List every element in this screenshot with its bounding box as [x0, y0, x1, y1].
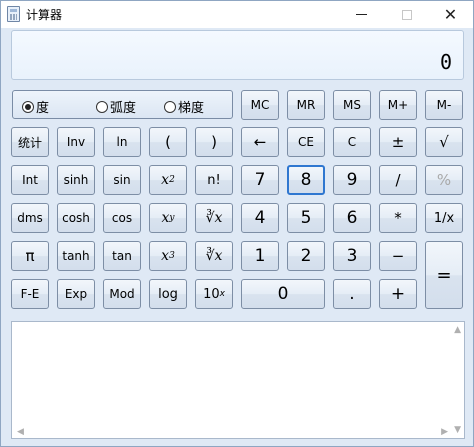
radio-degrees-label: 度 — [36, 101, 50, 116]
radio-degrees[interactable]: 度 — [22, 97, 49, 116]
digit-4-button[interactable]: 4 — [241, 203, 279, 233]
y-root-x-button[interactable]: ∛x — [195, 203, 233, 233]
percent-button: % — [425, 165, 463, 195]
close-icon: ✕ — [443, 5, 458, 24]
window-title: 计算器 — [26, 8, 63, 22]
equals-button[interactable]: = — [425, 241, 463, 309]
scroll-left-icon[interactable]: ◀ — [17, 427, 24, 437]
sinh-button[interactable]: sinh — [57, 165, 95, 195]
m-minus-button[interactable]: M- — [425, 90, 463, 120]
sqrt-button[interactable]: √ — [425, 127, 463, 157]
left-paren-button[interactable]: ( — [149, 127, 187, 157]
x-squared-button[interactable]: x2 — [149, 165, 187, 195]
radio-radians-label: 弧度 — [110, 101, 137, 116]
x-cubed-base: x — [161, 248, 170, 264]
exp-button[interactable]: Exp — [57, 279, 95, 309]
tanh-button[interactable]: tanh — [57, 241, 95, 271]
radio-gradians-dot — [164, 100, 176, 113]
sin-button[interactable]: sin — [103, 165, 141, 195]
minimize-button[interactable] — [339, 1, 384, 28]
plus-minus-button[interactable]: ± — [379, 127, 417, 157]
calculator-app-icon — [7, 6, 20, 22]
mod-button[interactable]: Mod — [103, 279, 141, 309]
ten-power-x-base: 10 — [203, 286, 220, 302]
maximize-icon — [401, 9, 412, 20]
angle-unit-group: 度 弧度 梯度 — [12, 90, 233, 119]
m-plus-button[interactable]: M+ — [379, 90, 417, 120]
ms-button[interactable]: MS — [333, 90, 371, 120]
cosh-button[interactable]: cosh — [57, 203, 95, 233]
title-bar: 计算器 ✕ — [1, 1, 473, 28]
right-paren-button[interactable]: ) — [195, 127, 233, 157]
scroll-down-icon[interactable]: ▼ — [454, 425, 461, 435]
add-button[interactable]: + — [379, 279, 417, 309]
log-button[interactable]: log — [149, 279, 187, 309]
radio-gradians[interactable]: 梯度 — [164, 97, 204, 116]
cos-button[interactable]: cos — [103, 203, 141, 233]
clear-button[interactable]: C — [333, 127, 371, 157]
digit-5-button[interactable]: 5 — [287, 203, 325, 233]
statistics-button[interactable]: 统计 — [11, 127, 49, 157]
digit-0-button[interactable]: 0 — [241, 279, 325, 309]
factorial-button[interactable]: n! — [195, 165, 233, 195]
digit-3-button[interactable]: 3 — [333, 241, 371, 271]
int-button[interactable]: Int — [11, 165, 49, 195]
multiply-button[interactable]: * — [379, 203, 417, 233]
inv-button[interactable]: Inv — [57, 127, 95, 157]
dms-button[interactable]: dms — [11, 203, 49, 233]
maximize-button — [384, 1, 429, 28]
x-power-y-button[interactable]: xy — [149, 203, 187, 233]
x-power-y-exp: y — [169, 213, 175, 223]
x-cubed-exp: 3 — [169, 251, 175, 261]
tan-button[interactable]: tan — [103, 241, 141, 271]
digit-2-button[interactable]: 2 — [287, 241, 325, 271]
backspace-button[interactable]: ← — [241, 127, 279, 157]
digit-6-button[interactable]: 6 — [333, 203, 371, 233]
digit-1-button[interactable]: 1 — [241, 241, 279, 271]
pi-button[interactable]: π — [11, 241, 49, 271]
ten-power-x-button[interactable]: 10 x — [195, 279, 233, 309]
history-panel[interactable]: ▲ ▼ ◀ ▶ — [11, 321, 465, 439]
radio-gradians-label: 梯度 — [178, 101, 205, 116]
x-cubed-button[interactable]: x3 — [149, 241, 187, 271]
radio-degrees-dot — [22, 100, 34, 113]
ten-power-x-exp: x — [219, 289, 225, 299]
ce-button[interactable]: CE — [287, 127, 325, 157]
x-squared-exp: 2 — [169, 175, 175, 185]
reciprocal-button[interactable]: 1/x — [425, 203, 463, 233]
digit-9-button[interactable]: 9 — [333, 165, 371, 195]
result-display: 0 — [11, 30, 464, 80]
digit-7-button[interactable]: 7 — [241, 165, 279, 195]
fe-button[interactable]: F-E — [11, 279, 49, 309]
close-button[interactable]: ✕ — [428, 1, 473, 28]
radio-radians-dot — [96, 100, 108, 113]
digit-8-button[interactable]: 8 — [287, 165, 325, 195]
radio-radians[interactable]: 弧度 — [96, 97, 136, 116]
ln-button[interactable]: ln — [103, 127, 141, 157]
mr-button[interactable]: MR — [287, 90, 325, 120]
display-value: 0 — [439, 50, 452, 74]
scroll-up-icon[interactable]: ▲ — [454, 325, 461, 335]
mc-button[interactable]: MC — [241, 90, 279, 120]
x-squared-base: x — [161, 172, 170, 188]
divide-button[interactable]: / — [379, 165, 417, 195]
scroll-right-icon[interactable]: ▶ — [441, 427, 448, 437]
decimal-button[interactable]: . — [333, 279, 371, 309]
calculator-window: 计算器 ✕ 0 度 弧度 梯度 MC MR MS M+ M- 统计 Inv ln… — [0, 0, 474, 447]
cube-root-button[interactable]: ∛x — [195, 241, 233, 271]
subtract-button[interactable]: − — [379, 241, 417, 271]
minimize-icon — [356, 14, 367, 15]
